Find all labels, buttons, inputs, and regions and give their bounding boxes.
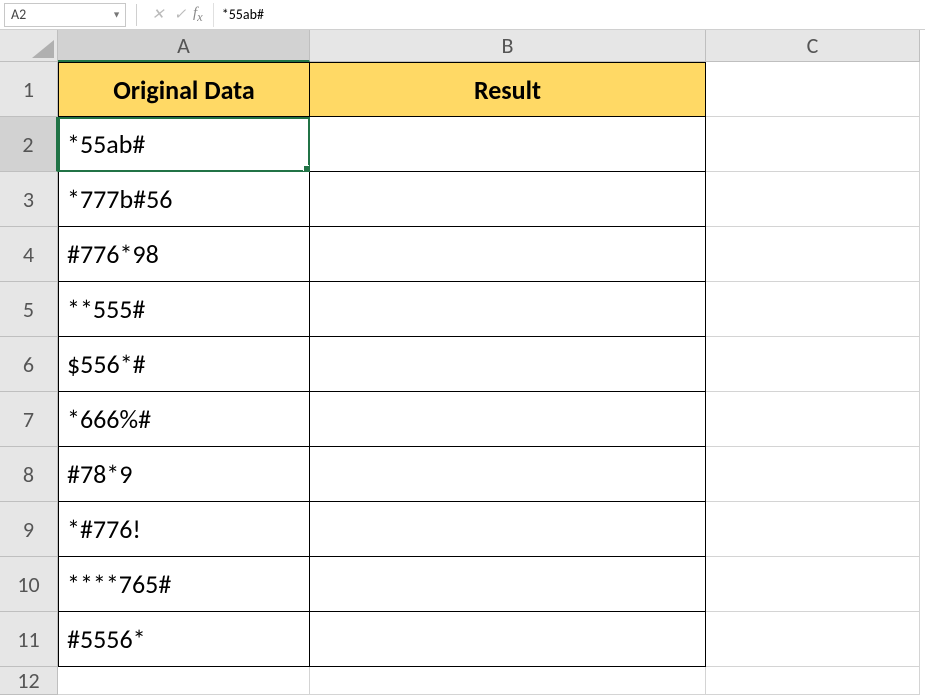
column-headers: A B C [58,30,920,62]
formula-input[interactable] [213,3,925,27]
cell[interactable]: *666%# [58,392,310,447]
cell[interactable] [310,447,706,502]
col-header-a[interactable]: A [58,30,310,62]
table-row: Original Data Result [58,62,920,117]
row-header[interactable]: 12 [0,667,58,695]
table-row [58,667,920,695]
cell[interactable]: #5556* [58,612,310,667]
table-row: *666%# [58,392,920,447]
cell[interactable] [310,117,706,172]
table-row: *777b#56 [58,172,920,227]
cell[interactable]: #78*9 [58,447,310,502]
row-header[interactable]: 5 [0,282,58,337]
row-headers: 1 2 3 4 5 6 7 8 9 10 11 12 [0,62,58,695]
cell[interactable] [706,62,920,117]
header-result[interactable]: Result [310,62,706,117]
cell[interactable] [58,667,310,695]
cell[interactable] [706,337,920,392]
cell[interactable]: ****765# [58,557,310,612]
row-header[interactable]: 8 [0,447,58,502]
table-row: **555# [58,282,920,337]
cell[interactable] [706,502,920,557]
cell[interactable] [706,557,920,612]
cell-grid: Original Data Result *55ab# *777b#56 #77… [58,62,920,695]
cell[interactable] [706,172,920,227]
table-row: #776*98 [58,227,920,282]
cell[interactable] [706,612,920,667]
separator [136,4,137,26]
select-all-corner[interactable] [0,30,58,62]
chevron-down-icon[interactable]: ▼ [112,9,121,20]
row-header[interactable]: 1 [0,62,58,117]
cell[interactable] [310,667,706,695]
table-row: ****765# [58,557,920,612]
col-header-c[interactable]: C [706,30,920,62]
cell[interactable] [310,172,706,227]
cell[interactable]: $556*# [58,337,310,392]
cell[interactable] [706,447,920,502]
row-header[interactable]: 3 [0,172,58,227]
cell[interactable] [706,667,920,695]
table-row: *55ab# [58,117,920,172]
cell[interactable]: *#776! [58,502,310,557]
cell[interactable] [310,227,706,282]
row-header[interactable]: 9 [0,502,58,557]
name-box[interactable]: A2 ▼ [4,3,126,27]
cell[interactable] [310,502,706,557]
cell[interactable] [310,282,706,337]
row-header[interactable]: 7 [0,392,58,447]
col-header-b[interactable]: B [310,30,706,62]
cell[interactable] [310,557,706,612]
cell[interactable] [310,337,706,392]
table-row: $556*# [58,337,920,392]
enter-icon[interactable]: ✓ [169,5,191,24]
cell[interactable]: *777b#56 [58,172,310,227]
row-header[interactable]: 11 [0,612,58,667]
table-row: #78*9 [58,447,920,502]
cell[interactable]: #776*98 [58,227,310,282]
row-header[interactable]: 2 [0,117,58,172]
row-header[interactable]: 4 [0,227,58,282]
cell[interactable] [310,392,706,447]
formula-bar: A2 ▼ ✕ ✓ fx [0,0,925,30]
worksheet: A B C 1 2 3 4 5 6 7 8 9 10 11 12 Origina… [0,30,925,696]
cell-a2[interactable]: *55ab# [58,117,310,172]
cell[interactable] [706,392,920,447]
cell[interactable] [706,282,920,337]
table-row: *#776! [58,502,920,557]
fx-icon[interactable]: fx [193,5,203,25]
cell[interactable] [706,117,920,172]
cell[interactable] [706,227,920,282]
table-row: #5556* [58,612,920,667]
row-header[interactable]: 6 [0,337,58,392]
name-box-value: A2 [11,6,26,23]
header-original-data[interactable]: Original Data [58,62,310,117]
cell[interactable]: **555# [58,282,310,337]
cancel-icon[interactable]: ✕ [147,5,169,24]
row-header[interactable]: 10 [0,557,58,612]
cell[interactable] [310,612,706,667]
